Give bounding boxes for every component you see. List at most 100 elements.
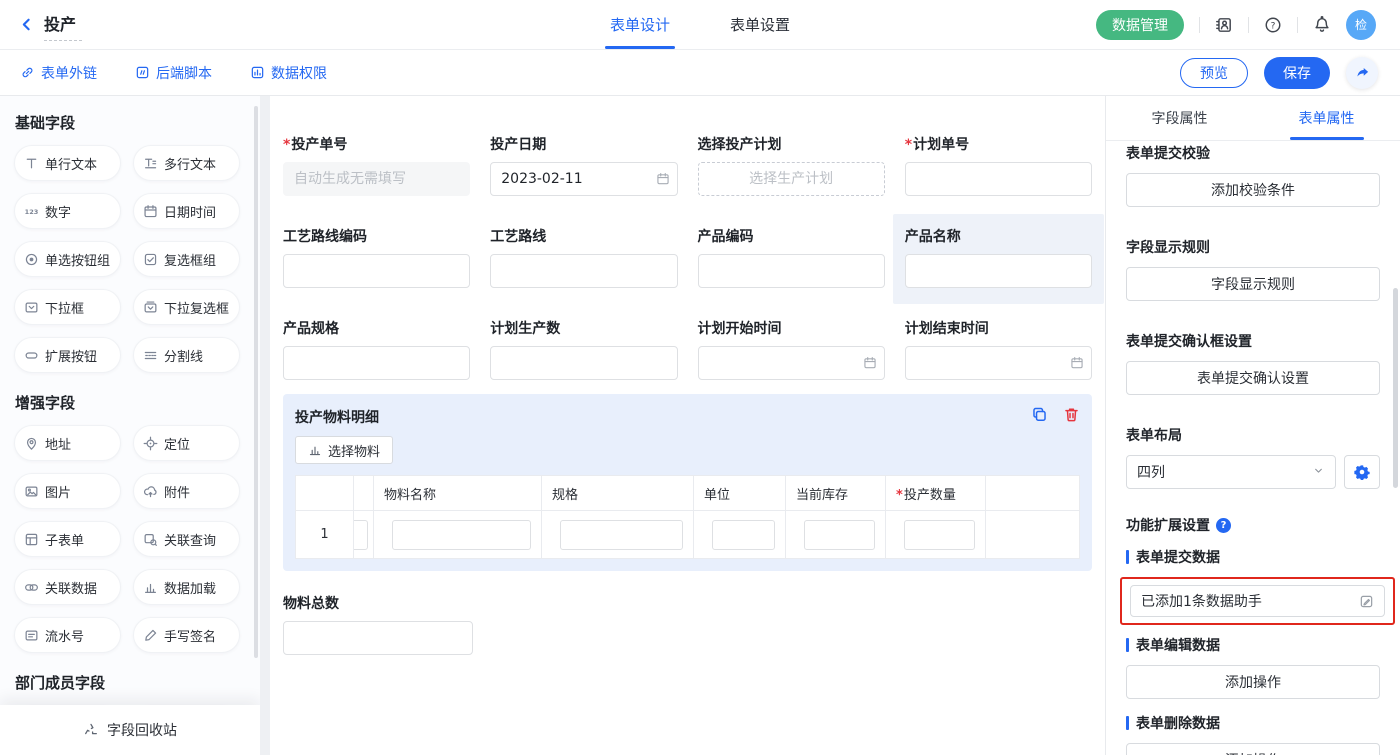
- sidebar-item-divider[interactable]: 分割线: [133, 337, 240, 373]
- material-name-input[interactable]: [392, 520, 531, 550]
- route-code-input[interactable]: [283, 254, 470, 288]
- divider-icon: [143, 348, 158, 363]
- sidebar-item-number[interactable]: 123数字: [14, 193, 121, 229]
- sidebar-item-checkbox-group[interactable]: 复选框组: [133, 241, 240, 277]
- route-input[interactable]: [490, 254, 677, 288]
- sidebar-item-attachment[interactable]: 附件: [133, 473, 240, 509]
- plan-start-input[interactable]: [698, 346, 885, 380]
- sidebar-item-image[interactable]: 图片: [14, 473, 121, 509]
- material-total-input[interactable]: [283, 621, 473, 655]
- submit-confirm-button[interactable]: 表单提交确认设置: [1126, 361, 1380, 395]
- row-index: 1: [296, 511, 354, 559]
- data-permission-button[interactable]: 数据权限: [250, 63, 327, 83]
- subform-material-detail[interactable]: 投产物料明细 选择物料 物料名称 规格: [283, 394, 1092, 571]
- sidebar-item-data-load[interactable]: 数据加载: [133, 569, 240, 605]
- plan-qty-input[interactable]: [490, 346, 677, 380]
- sidebar-item-address[interactable]: 地址: [14, 425, 121, 461]
- extension-help-icon[interactable]: ?: [1216, 518, 1231, 533]
- cell-material-name: [374, 511, 542, 559]
- sidebar-item-multi-select[interactable]: 下拉复选框: [133, 289, 240, 325]
- sidebar-scrollbar-thumb[interactable]: [254, 106, 258, 658]
- stock-input[interactable]: [804, 520, 875, 550]
- plan-end-input[interactable]: [905, 346, 1092, 380]
- sidebar-item-radio-group[interactable]: 单选按钮组: [14, 241, 121, 277]
- sidebar-item-datetime[interactable]: 日期时间: [133, 193, 240, 229]
- required-star: *: [896, 488, 903, 503]
- field-route-code[interactable]: 工艺路线编码: [283, 226, 470, 288]
- select-icon: [24, 300, 39, 315]
- layout-settings-button[interactable]: [1344, 455, 1380, 489]
- sidebar-item-select[interactable]: 下拉框: [14, 289, 121, 325]
- image-icon: [24, 484, 39, 499]
- add-validation-button[interactable]: 添加校验条件: [1126, 173, 1380, 207]
- field-product-spec[interactable]: 产品规格: [283, 318, 470, 380]
- field-plan-no[interactable]: *计划单号: [905, 134, 1092, 196]
- share-button[interactable]: [1346, 57, 1378, 89]
- panel-scrollbar-thumb[interactable]: [1393, 288, 1398, 488]
- select-plan-input[interactable]: [698, 162, 885, 196]
- field-material-total[interactable]: 物料总数: [283, 593, 473, 655]
- qty-input[interactable]: [904, 520, 975, 550]
- sidebar-item-subform[interactable]: 子表单: [14, 521, 121, 557]
- form-title[interactable]: 投产: [44, 9, 82, 41]
- field-plan-end[interactable]: 计划结束时间: [905, 318, 1092, 380]
- sidebar-item-extend-button[interactable]: 扩展按钮: [14, 337, 121, 373]
- field-production-date[interactable]: 投产日期: [490, 134, 677, 196]
- layout-select[interactable]: 四列: [1126, 455, 1336, 489]
- multi-line-text-icon: [143, 156, 158, 171]
- field-route[interactable]: 工艺路线: [490, 226, 677, 288]
- backend-script-button[interactable]: 后端脚本: [135, 63, 212, 83]
- blue-bar: [1126, 638, 1129, 652]
- field-recycle-bin[interactable]: 字段回收站: [0, 705, 260, 755]
- edit-icon[interactable]: [1359, 594, 1374, 609]
- unit-input[interactable]: [712, 520, 775, 550]
- sidebar-item-single-line-text[interactable]: 单行文本: [14, 145, 121, 181]
- help-icon[interactable]: ?: [1264, 16, 1282, 34]
- edit-data-add-button[interactable]: 添加操作: [1126, 665, 1380, 699]
- production-date-input[interactable]: [490, 162, 677, 196]
- sidebar-item-serial-number[interactable]: 流水号: [14, 617, 121, 653]
- notification-bell-icon[interactable]: [1313, 16, 1331, 34]
- back-button[interactable]: [18, 16, 35, 33]
- sidebar-item-signature[interactable]: 手写签名: [133, 617, 240, 653]
- data-manage-button[interactable]: 数据管理: [1096, 10, 1184, 40]
- product-name-input[interactable]: [905, 254, 1092, 288]
- tab-field-properties[interactable]: 字段属性: [1106, 96, 1253, 140]
- user-avatar[interactable]: 检: [1346, 10, 1376, 40]
- subform-title: 投产物料明细: [295, 407, 379, 427]
- field-product-code[interactable]: 产品编码: [698, 226, 885, 288]
- select-material-button[interactable]: 选择物料: [295, 436, 393, 464]
- contacts-icon[interactable]: [1215, 16, 1233, 34]
- field-product-name[interactable]: 产品名称: [893, 214, 1104, 304]
- tab-form-design[interactable]: 表单设计: [608, 0, 672, 49]
- field-visibility-button[interactable]: 字段显示规则: [1126, 267, 1380, 301]
- table-row: 1: [296, 511, 1080, 559]
- production-no-input[interactable]: [283, 162, 470, 196]
- hidden-cell-input[interactable]: [354, 520, 369, 550]
- sidebar-item-linked-query[interactable]: 关联查询: [133, 521, 240, 557]
- tab-form-settings[interactable]: 表单设置: [728, 0, 792, 49]
- plan-no-input[interactable]: [905, 162, 1092, 196]
- tab-form-properties[interactable]: 表单属性: [1253, 96, 1400, 140]
- number-icon: 123: [24, 204, 39, 219]
- sidebar-item-linked-data[interactable]: 关联数据: [14, 569, 121, 605]
- delete-field-icon[interactable]: [1063, 406, 1080, 427]
- save-button[interactable]: 保存: [1264, 57, 1330, 89]
- spec-input[interactable]: [560, 520, 683, 550]
- field-plan-qty[interactable]: 计划生产数: [490, 318, 677, 380]
- sidebar-item-multi-line-text[interactable]: 多行文本: [133, 145, 240, 181]
- field-select-plan[interactable]: 选择投产计划: [698, 134, 885, 196]
- linked-data-icon: [24, 580, 39, 595]
- preview-button[interactable]: 预览: [1180, 58, 1248, 88]
- field-plan-start[interactable]: 计划开始时间: [698, 318, 885, 380]
- sidebar-item-locate[interactable]: 定位: [133, 425, 240, 461]
- data-assistant-field[interactable]: 已添加1条数据助手: [1130, 585, 1385, 617]
- external-link-button[interactable]: 表单外链: [20, 63, 97, 83]
- copy-field-icon[interactable]: [1031, 406, 1048, 427]
- product-code-input[interactable]: [698, 254, 885, 288]
- product-spec-input[interactable]: [283, 346, 470, 380]
- delete-data-add-button[interactable]: 添加操作: [1126, 743, 1380, 755]
- field-production-no[interactable]: *投产单号: [283, 134, 470, 196]
- single-line-text-icon: [24, 156, 39, 171]
- script-icon: [135, 65, 150, 80]
